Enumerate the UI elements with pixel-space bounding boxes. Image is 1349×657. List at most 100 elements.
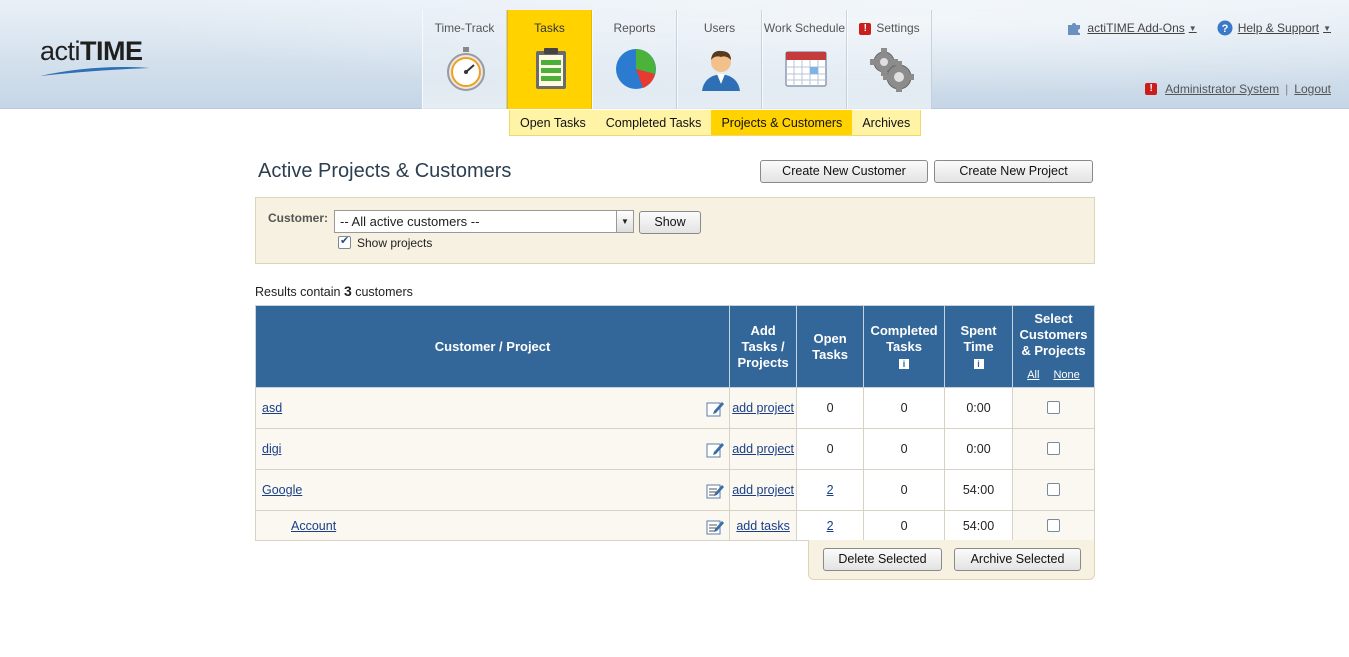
- spent-time-cell: 54:00: [944, 510, 1013, 541]
- edit-icon[interactable]: [706, 400, 725, 417]
- customer-link[interactable]: asd: [262, 401, 282, 415]
- top-right-links: actiTIME Add-Ons ▼ ? Help & Support ▼: [1066, 20, 1331, 36]
- logo-text-bold: TIME: [80, 36, 143, 66]
- archive-selected-button[interactable]: Archive Selected: [954, 548, 1081, 571]
- open-tasks-link[interactable]: 2: [827, 519, 834, 533]
- edit-description-icon[interactable]: [706, 482, 725, 499]
- logo-text-light: acti: [40, 36, 81, 66]
- nav-settings[interactable]: ! Settings: [847, 10, 932, 109]
- separator: |: [1285, 82, 1289, 96]
- logout-link[interactable]: Logout: [1294, 82, 1331, 96]
- subnav-projects-customers[interactable]: Projects & Customers: [711, 110, 853, 135]
- customer-cell: digi: [254, 428, 731, 470]
- project-link[interactable]: Account: [291, 519, 336, 533]
- customer-cell: asd: [254, 387, 731, 429]
- gears-icon: [870, 48, 914, 92]
- customer-link[interactable]: Google: [262, 483, 302, 497]
- nav-tasks[interactable]: Tasks: [507, 10, 592, 109]
- info-icon[interactable]: i: [973, 358, 984, 369]
- show-projects-label: Show projects: [357, 236, 433, 250]
- app-header: actiTIME Time-Track Tasks Reports Users …: [0, 0, 1349, 109]
- row-checkbox[interactable]: [1046, 518, 1060, 532]
- user-warning-icon: !: [1145, 83, 1158, 95]
- info-icon[interactable]: i: [899, 358, 910, 369]
- results-suffix: customers: [355, 285, 413, 299]
- table-header-row: Customer / Project Add Tasks / Projects …: [254, 305, 1096, 388]
- chevron-down-icon: ▼: [1188, 23, 1197, 33]
- nav-users[interactable]: Users: [677, 10, 762, 109]
- col-open-tasks: Open Tasks: [796, 305, 865, 388]
- edit-icon[interactable]: [706, 441, 725, 458]
- add-tasks-link[interactable]: add tasks: [736, 519, 790, 533]
- chevron-down-icon: ▼: [1323, 23, 1331, 33]
- col-completed-label: Completed Tasks: [870, 322, 938, 354]
- stopwatch-icon: [447, 47, 485, 91]
- add-cell: add project: [729, 469, 798, 511]
- select-cell: [1011, 387, 1096, 429]
- nav-label: Settings: [876, 21, 920, 35]
- row-checkbox[interactable]: [1046, 442, 1060, 455]
- delete-selected-button[interactable]: Delete Selected: [823, 548, 942, 571]
- subnav-archives[interactable]: Archives: [852, 110, 920, 135]
- col-spent-time: Spent Time i: [944, 305, 1013, 388]
- col-select: Select Customers & Projects All None: [1011, 305, 1096, 388]
- create-new-customer-button[interactable]: Create New Customer: [760, 160, 928, 183]
- open-tasks-cell: 2: [796, 510, 865, 541]
- open-tasks-cell: 2: [796, 469, 865, 511]
- nav-time-track[interactable]: Time-Track: [422, 10, 507, 109]
- add-project-link[interactable]: add project: [732, 442, 794, 456]
- logo-swoosh-icon: [40, 67, 150, 76]
- nav-label: Reports: [613, 21, 656, 35]
- add-cell: add project: [729, 428, 798, 470]
- actitime-logo[interactable]: actiTIME: [40, 36, 143, 67]
- table-row: digi add project 0 0 0:00: [254, 428, 1096, 470]
- dropdown-arrow-icon[interactable]: ▼: [616, 211, 633, 232]
- row-checkbox[interactable]: [1046, 483, 1060, 496]
- spent-time-cell: 0:00: [944, 428, 1013, 470]
- col-spent-label: Spent Time: [960, 322, 997, 354]
- results-prefix: Results contain: [255, 285, 341, 299]
- show-button[interactable]: Show: [639, 211, 701, 234]
- completed-tasks-cell: 0: [863, 428, 946, 470]
- edit-description-icon[interactable]: [706, 518, 725, 535]
- nav-label: Users: [703, 21, 736, 35]
- select-all-link[interactable]: All: [1027, 369, 1039, 381]
- open-tasks-cell: 0: [796, 428, 865, 470]
- col-customer-project[interactable]: Customer / Project: [254, 305, 731, 388]
- completed-tasks-cell: 0: [863, 387, 946, 429]
- completed-tasks-cell: 0: [863, 469, 946, 511]
- subnav-completed-tasks[interactable]: Completed Tasks: [596, 110, 712, 135]
- clipboard-icon: [536, 48, 566, 89]
- add-cell: add project: [729, 387, 798, 429]
- results-summary: Results contain 3 customers: [255, 283, 413, 299]
- add-project-link[interactable]: add project: [732, 401, 794, 415]
- results-count: 3: [343, 283, 352, 299]
- help-menu[interactable]: ? Help & Support ▼: [1217, 20, 1331, 36]
- customer-link[interactable]: digi: [262, 442, 281, 456]
- nav-reports[interactable]: Reports: [592, 10, 677, 109]
- nav-work-schedule[interactable]: Work Schedule: [762, 10, 847, 109]
- current-user-link[interactable]: Administrator System: [1165, 82, 1279, 96]
- page-title: Active Projects & Customers: [258, 160, 512, 182]
- select-all-none: All None: [1017, 367, 1090, 383]
- show-projects-checkbox[interactable]: [338, 234, 351, 249]
- create-new-project-button[interactable]: Create New Project: [934, 160, 1093, 183]
- select-cell: [1011, 428, 1096, 470]
- customers-projects-table: Customer / Project Add Tasks / Projects …: [254, 305, 1096, 541]
- add-cell: add tasks: [729, 510, 798, 541]
- help-icon: ?: [1217, 20, 1233, 36]
- add-project-link[interactable]: add project: [732, 483, 794, 497]
- select-none-link[interactable]: None: [1053, 369, 1079, 381]
- addons-menu[interactable]: actiTIME Add-Ons ▼: [1066, 20, 1197, 36]
- col-completed-tasks: Completed Tasks i: [863, 305, 946, 388]
- table-row: Account add tasks 2 0 54:00: [254, 510, 1096, 541]
- open-tasks-link[interactable]: 2: [827, 483, 834, 497]
- row-checkbox[interactable]: [1046, 401, 1060, 414]
- nav-label-wrap: ! Settings: [848, 21, 931, 35]
- pie-chart-icon: [616, 49, 656, 89]
- spent-time-cell: 0:00: [944, 387, 1013, 429]
- open-tasks-cell: 0: [796, 387, 865, 429]
- customer-filter-label: Customer:: [268, 211, 329, 225]
- subnav-open-tasks[interactable]: Open Tasks: [510, 110, 596, 135]
- customer-select[interactable]: -- All active customers -- ▼: [334, 210, 634, 233]
